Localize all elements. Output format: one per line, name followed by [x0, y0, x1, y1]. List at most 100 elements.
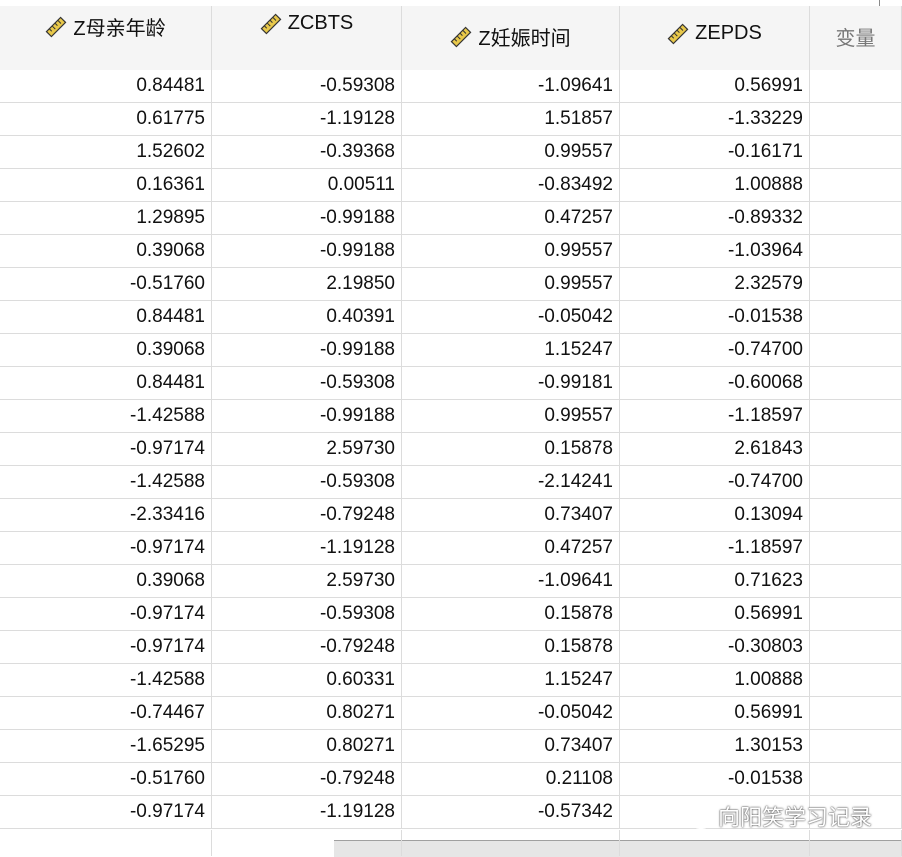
empty-cell[interactable]: [402, 830, 620, 856]
empty-cell[interactable]: [620, 830, 810, 856]
data-cell[interactable]: -0.30803: [620, 631, 810, 664]
data-cell[interactable]: -0.74700: [620, 334, 810, 367]
data-cell[interactable]: 0.73407: [402, 730, 620, 763]
data-cell[interactable]: 1.15247: [402, 334, 620, 367]
data-cell[interactable]: 0.13094: [620, 499, 810, 532]
data-cell[interactable]: -0.57342: [402, 796, 620, 829]
data-cell[interactable]: -0.99188: [212, 334, 402, 367]
data-cell[interactable]: -1.19128: [212, 103, 402, 136]
data-cell[interactable]: 0.47257: [402, 532, 620, 565]
data-cell[interactable]: 0.00511: [212, 169, 402, 202]
column-header-4[interactable]: ZEPDS: [620, 6, 810, 70]
data-cell[interactable]: 1.51857: [402, 103, 620, 136]
empty-cell[interactable]: [810, 433, 902, 466]
data-cell[interactable]: 0.80271: [212, 697, 402, 730]
empty-cell[interactable]: [810, 70, 902, 103]
data-cell[interactable]: 1.29895: [0, 202, 212, 235]
data-cell[interactable]: 0.40391: [212, 301, 402, 334]
data-cell[interactable]: -0.97174: [0, 598, 212, 631]
data-cell[interactable]: -1.42588: [0, 400, 212, 433]
empty-cell[interactable]: [810, 169, 902, 202]
data-cell[interactable]: -0.74467: [0, 697, 212, 730]
data-cell[interactable]: -0.51760: [0, 763, 212, 796]
data-cell[interactable]: 0.61775: [0, 103, 212, 136]
data-cell[interactable]: 0.80271: [212, 730, 402, 763]
data-cell[interactable]: 1.15247: [402, 664, 620, 697]
data-cell[interactable]: -1.42588: [0, 664, 212, 697]
data-cell[interactable]: 0.56991: [620, 598, 810, 631]
data-cell[interactable]: 0.84481: [0, 70, 212, 103]
column-header-3[interactable]: Z妊娠时间: [402, 6, 620, 70]
data-cell[interactable]: -1.42588: [0, 466, 212, 499]
data-cell[interactable]: 0.99557: [402, 268, 620, 301]
data-cell[interactable]: 0.15878: [402, 631, 620, 664]
data-cell[interactable]: 1.52602: [0, 136, 212, 169]
data-cell[interactable]: -0.59308: [212, 367, 402, 400]
empty-cell[interactable]: [810, 235, 902, 268]
data-cell[interactable]: -0.51760: [0, 268, 212, 301]
data-cell[interactable]: -0.05042: [402, 697, 620, 730]
empty-cell[interactable]: [810, 598, 902, 631]
empty-cell[interactable]: [212, 830, 402, 856]
data-cell[interactable]: 2.59730: [212, 565, 402, 598]
data-cell[interactable]: 0.56991: [620, 70, 810, 103]
data-cell[interactable]: -1.18597: [620, 400, 810, 433]
data-cell[interactable]: 0.56991: [620, 697, 810, 730]
data-cell[interactable]: 0.73407: [402, 499, 620, 532]
empty-cell[interactable]: [810, 400, 902, 433]
empty-cell[interactable]: [810, 730, 902, 763]
empty-cell[interactable]: [810, 664, 902, 697]
data-cell[interactable]: -0.74700: [620, 466, 810, 499]
data-cell[interactable]: 0.71623: [620, 565, 810, 598]
data-cell[interactable]: -0.01538: [620, 301, 810, 334]
data-cell[interactable]: 1.00888: [620, 664, 810, 697]
empty-cell[interactable]: [810, 697, 902, 730]
data-cell[interactable]: 0.60331: [212, 664, 402, 697]
data-cell[interactable]: 0.39068: [0, 235, 212, 268]
data-cell[interactable]: -1.33229: [620, 103, 810, 136]
empty-cell[interactable]: [810, 499, 902, 532]
data-cell[interactable]: -0.79248: [212, 499, 402, 532]
data-cell[interactable]: 2.32579: [620, 268, 810, 301]
data-cell[interactable]: -0.16171: [620, 136, 810, 169]
data-cell[interactable]: -2.33416: [0, 499, 212, 532]
empty-cell[interactable]: [810, 301, 902, 334]
empty-cell[interactable]: [810, 830, 902, 856]
empty-cell[interactable]: [810, 334, 902, 367]
empty-cell[interactable]: [810, 565, 902, 598]
data-cell[interactable]: -0.97174: [0, 532, 212, 565]
empty-cell[interactable]: [810, 103, 902, 136]
data-cell[interactable]: -1.09641: [402, 565, 620, 598]
data-cell[interactable]: -1.19128: [212, 796, 402, 829]
data-cell[interactable]: 2.59730: [212, 433, 402, 466]
data-cell[interactable]: -1.03964: [620, 235, 810, 268]
empty-cell[interactable]: [810, 466, 902, 499]
data-cell[interactable]: -0.97174: [0, 631, 212, 664]
data-cell[interactable]: 0.99557: [402, 400, 620, 433]
empty-cell[interactable]: [0, 830, 212, 856]
data-cell[interactable]: -0.59308: [212, 598, 402, 631]
data-cell[interactable]: -0.01538: [620, 763, 810, 796]
data-cell[interactable]: -2.14241: [402, 466, 620, 499]
data-cell[interactable]: 0.84481: [0, 301, 212, 334]
column-header-5[interactable]: 变量: [810, 6, 902, 70]
data-cell[interactable]: -0.05042: [402, 301, 620, 334]
data-cell[interactable]: -0.60068: [620, 367, 810, 400]
data-cell[interactable]: -0.99188: [212, 235, 402, 268]
data-cell[interactable]: 2.61843: [620, 433, 810, 466]
empty-cell[interactable]: [810, 268, 902, 301]
column-header-2[interactable]: ZCBTS: [212, 6, 402, 70]
data-cell[interactable]: -0.59308: [212, 70, 402, 103]
data-cell[interactable]: -0.83492: [402, 169, 620, 202]
data-cell[interactable]: -0.79248: [212, 763, 402, 796]
data-cell[interactable]: 1.00888: [620, 169, 810, 202]
data-cell[interactable]: -1.19128: [212, 532, 402, 565]
data-cell[interactable]: 0.39068: [0, 565, 212, 598]
data-cell[interactable]: 0.16361: [0, 169, 212, 202]
data-cell[interactable]: 0.15878: [402, 598, 620, 631]
data-cell[interactable]: -0.97174: [0, 433, 212, 466]
data-cell[interactable]: 0.99557: [402, 235, 620, 268]
data-cell[interactable]: 0.47257: [402, 202, 620, 235]
data-cell[interactable]: 2.19850: [212, 268, 402, 301]
empty-cell[interactable]: [810, 136, 902, 169]
